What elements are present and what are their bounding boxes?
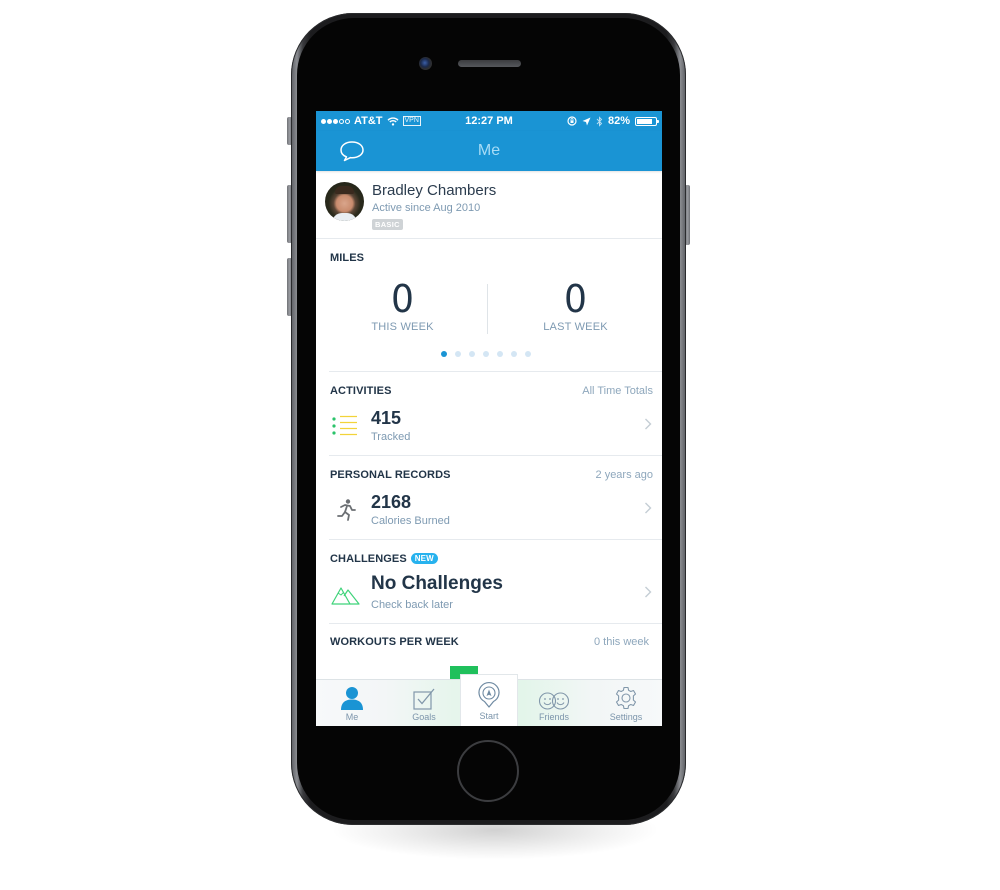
front-camera <box>419 57 432 70</box>
activities-sub: Tracked <box>371 431 411 443</box>
miles-this-week: 0 THIS WEEK <box>316 279 489 333</box>
tab-start-label: Start <box>479 711 499 721</box>
checkbox-icon <box>413 688 435 710</box>
activities-card[interactable]: ACTIVITIES All Time Totals 415 Tracked <box>329 372 662 456</box>
personal-records-right-label: 2 years ago <box>595 469 653 481</box>
miles-divider <box>487 284 488 334</box>
membership-badge: BASIC <box>372 219 403 230</box>
location-icon <box>582 117 591 125</box>
battery-percent: 82% <box>607 115 630 127</box>
personal-records-value: 2168 <box>371 492 412 512</box>
bluetooth-icon <box>596 115 603 127</box>
runner-icon <box>337 499 356 521</box>
miles-last-week: 0 LAST WEEK <box>489 279 662 333</box>
page-dot[interactable] <box>455 351 461 357</box>
battery-icon <box>635 116 659 126</box>
carrier-label: AT&T <box>354 115 383 127</box>
challenges-title: CHALLENGES NEW <box>330 553 438 565</box>
activities-value: 415 <box>371 408 402 428</box>
challenges-title-text: CHALLENGES <box>330 553 407 565</box>
navigation-bar: Me <box>316 131 662 171</box>
miles-last-week-label: LAST WEEK <box>543 321 608 333</box>
chevron-right-icon <box>645 502 652 514</box>
wifi-icon <box>387 116 399 126</box>
personal-records-card[interactable]: PERSONAL RECORDS 2 years ago 2168 Calori… <box>329 456 662 540</box>
workouts-right-label: 0 this week <box>593 636 649 648</box>
page-dot[interactable] <box>511 351 517 357</box>
workouts-title: WORKOUTS PER WEEK <box>330 636 459 648</box>
rotation-lock-icon <box>567 116 577 126</box>
tab-friends-label: Friends <box>538 712 569 722</box>
smiley-faces-icon <box>538 692 570 710</box>
page-title: Me <box>477 142 501 159</box>
miles-section[interactable]: MILES 0 THIS WEEK 0 LAST WEEK <box>329 239 662 372</box>
tab-friends[interactable]: Friends <box>518 680 590 726</box>
status-bar: AT&T VPN 12:27 PM 82% <box>316 111 662 131</box>
page-dot[interactable] <box>525 351 531 357</box>
tab-goals-label: Goals <box>412 712 436 722</box>
page-indicator[interactable] <box>441 351 531 357</box>
tab-settings[interactable]: Settings <box>590 680 662 726</box>
tab-start[interactable]: Start <box>460 674 518 726</box>
avatar[interactable] <box>325 182 364 221</box>
miles-this-week-value: 0 <box>391 277 414 321</box>
active-since: Active since Aug 2010 <box>372 202 481 214</box>
challenges-value: No Challenges <box>371 573 503 594</box>
mountains-icon <box>331 587 360 605</box>
tab-me-label: Me <box>345 712 359 722</box>
chevron-right-icon <box>645 418 652 430</box>
gear-icon <box>615 686 637 710</box>
challenges-sub: Check back later <box>371 599 453 611</box>
personal-records-title: PERSONAL RECORDS <box>330 469 451 481</box>
status-left: AT&T VPN <box>321 115 421 127</box>
tab-goals[interactable]: Goals <box>388 680 460 726</box>
location-pin-icon <box>478 682 500 708</box>
signal-strength-icon <box>321 118 350 124</box>
new-badge: NEW <box>410 553 438 564</box>
personal-records-sub: Calories Burned <box>371 515 450 527</box>
profile-header[interactable]: Bradley Chambers Active since Aug 2010 B… <box>316 171 662 239</box>
chat-bubble-icon[interactable] <box>338 139 366 163</box>
status-right: 82% <box>567 115 659 127</box>
activities-right-label: All Time Totals <box>582 385 653 397</box>
miles-columns: 0 THIS WEEK 0 LAST WEEK <box>316 279 662 333</box>
challenges-card[interactable]: CHALLENGES NEW No Challenges Check back l… <box>329 540 662 624</box>
app-screen: AT&T VPN 12:27 PM 82% Me Bradley Chamber… <box>316 111 662 726</box>
miles-last-week-value: 0 <box>564 277 587 321</box>
page-dot[interactable] <box>497 351 503 357</box>
page-dot[interactable] <box>469 351 475 357</box>
home-button[interactable] <box>457 740 519 802</box>
workouts-section[interactable]: WORKOUTS PER WEEK 0 this week <box>329 624 662 679</box>
person-icon <box>341 687 363 710</box>
miles-title: MILES <box>330 252 365 264</box>
chevron-right-icon <box>645 586 652 598</box>
miles-this-week-label: THIS WEEK <box>371 321 434 333</box>
activities-title: ACTIVITIES <box>330 385 392 397</box>
profile-name: Bradley Chambers <box>372 182 497 199</box>
tab-settings-label: Settings <box>609 712 643 722</box>
battery-level <box>637 118 652 124</box>
scroll-content[interactable]: Bradley Chambers Active since Aug 2010 B… <box>316 171 662 679</box>
earpiece-speaker <box>458 60 521 67</box>
tab-bar: Me Goals Start Friends Settings <box>316 674 662 726</box>
tab-me[interactable]: Me <box>316 680 388 726</box>
page-dot[interactable] <box>483 351 489 357</box>
profile-info: Bradley Chambers Active since Aug 2010 B… <box>372 182 496 232</box>
list-icon <box>332 415 357 436</box>
vpn-badge: VPN <box>402 116 421 126</box>
page-dot[interactable] <box>441 351 447 357</box>
